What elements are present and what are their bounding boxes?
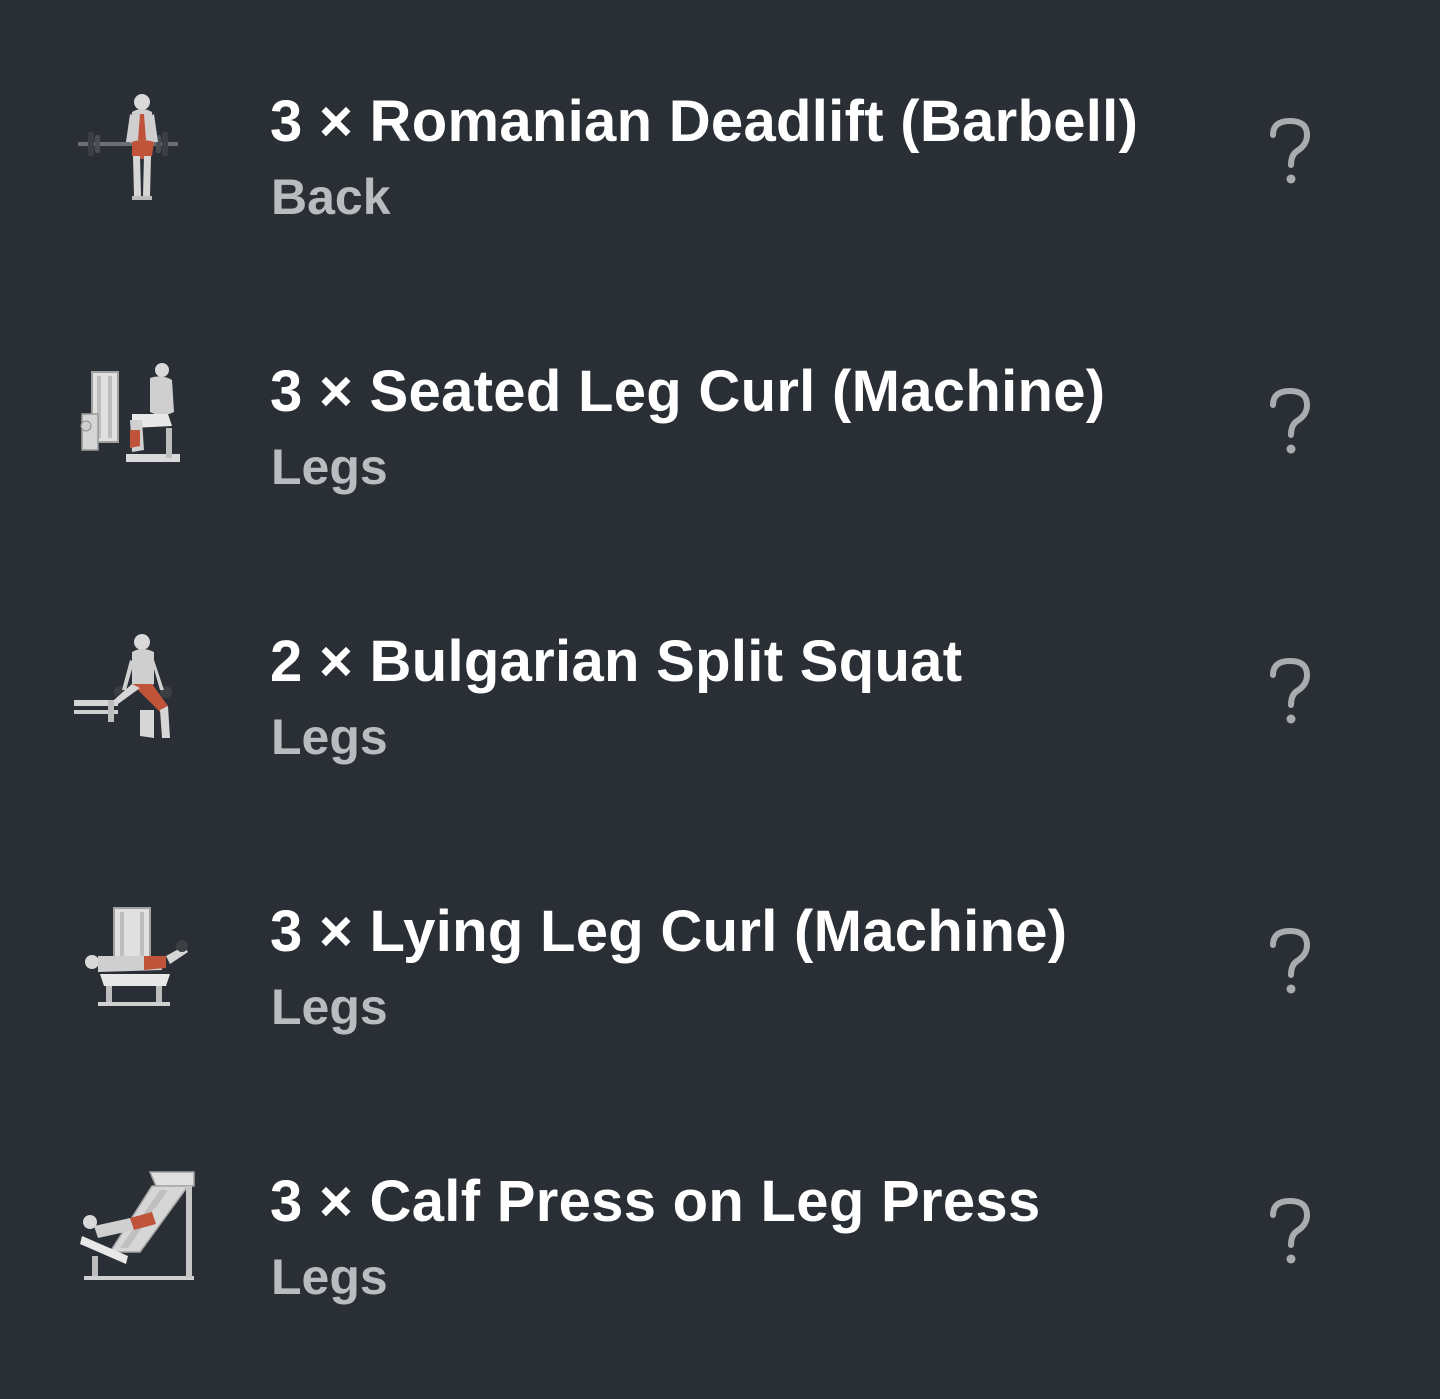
question-mark-icon: [1270, 387, 1311, 454]
exercise-category: Back: [271, 169, 391, 225]
exercise-category: Legs: [271, 709, 388, 765]
question-mark-icon: [1270, 1197, 1311, 1264]
exercise-title[interactable]: 2 × Bulgarian Split Squat: [270, 628, 962, 695]
exercise-category: Legs: [271, 439, 388, 495]
exercise-list: 3 × Romanian Deadlift (Barbell) Back 3 ×…: [0, 0, 1440, 1399]
exercise-row[interactable]: 3 × Romanian Deadlift (Barbell) Back: [0, 0, 1440, 270]
help-button[interactable]: [1250, 912, 1330, 1012]
exercise-row[interactable]: 3 × Calf Press on Leg Press Legs: [0, 1080, 1440, 1350]
exercise-category: Legs: [271, 979, 388, 1035]
exercise-row[interactable]: 2 × Bulgarian Split Squat Legs: [0, 540, 1440, 810]
seated-leg-curl-machine-icon: [70, 350, 200, 480]
help-button[interactable]: [1250, 102, 1330, 202]
help-button[interactable]: [1250, 642, 1330, 742]
question-mark-icon: [1270, 927, 1311, 994]
exercise-title[interactable]: 3 × Seated Leg Curl (Machine): [270, 358, 1105, 425]
exercise-title[interactable]: 3 × Lying Leg Curl (Machine): [270, 898, 1067, 965]
help-button[interactable]: [1250, 372, 1330, 472]
help-button[interactable]: [1250, 1182, 1330, 1282]
question-mark-icon: [1270, 117, 1311, 184]
barbell-deadlift-figure-icon: [70, 80, 200, 210]
leg-press-machine-icon: [70, 1160, 200, 1290]
lying-leg-curl-machine-icon: [70, 890, 200, 1020]
split-squat-figure-icon: [70, 620, 200, 750]
question-mark-icon: [1270, 657, 1311, 724]
exercise-row[interactable]: 3 × Lying Leg Curl (Machine) Legs: [0, 810, 1440, 1080]
exercise-row[interactable]: 3 × Seated Leg Curl (Machine) Legs: [0, 270, 1440, 540]
exercise-title[interactable]: 3 × Calf Press on Leg Press: [270, 1168, 1041, 1235]
exercise-title[interactable]: 3 × Romanian Deadlift (Barbell): [270, 88, 1138, 155]
exercise-category: Legs: [271, 1249, 388, 1305]
